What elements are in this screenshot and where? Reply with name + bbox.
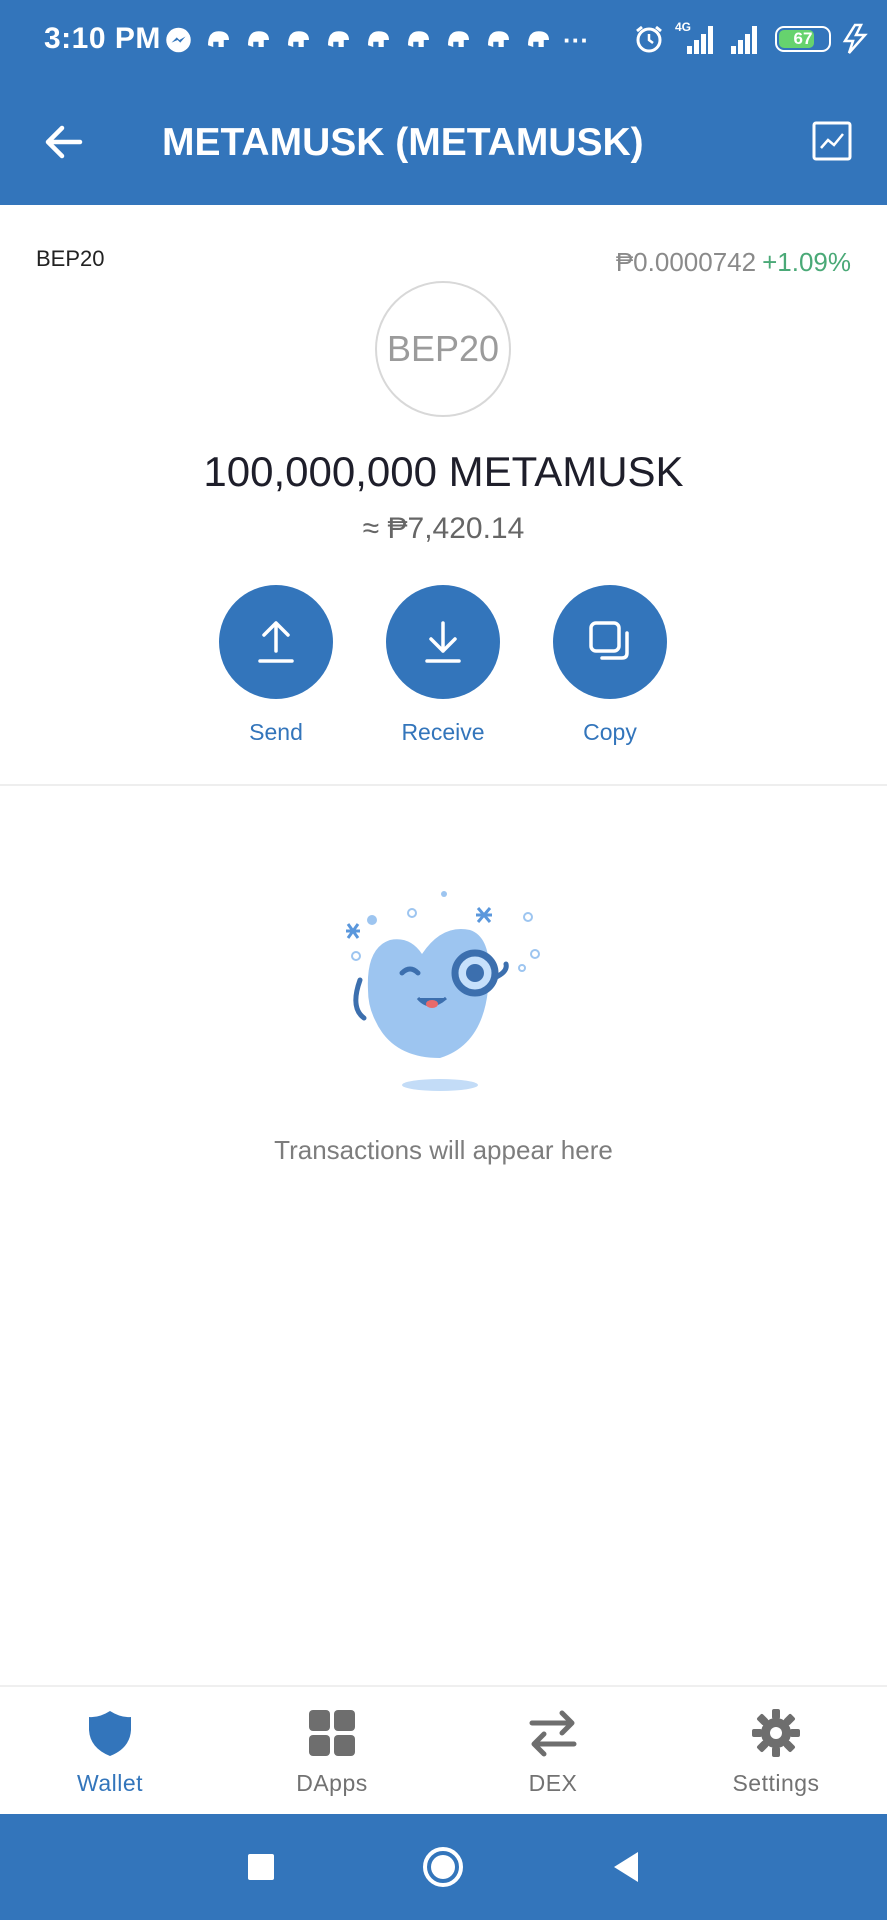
price-change: +1.09% (762, 247, 851, 277)
tab-settings-label: Settings (732, 1770, 820, 1796)
divider (0, 784, 887, 786)
signal-icon (731, 26, 757, 54)
send-label: Send (249, 719, 303, 745)
price-value: ₱0.0000742 (615, 247, 757, 277)
notification-icon (248, 31, 269, 47)
upload-icon (258, 621, 294, 663)
send-button[interactable]: Send (216, 585, 336, 746)
notification-icon (328, 31, 349, 47)
copy-circle[interactable] (553, 585, 667, 699)
receive-label: Receive (401, 719, 485, 745)
receive-circle[interactable] (386, 585, 500, 699)
status-bar: 3:10 PM ··· 4G 67 (0, 0, 887, 80)
battery-level: 67 (793, 29, 813, 48)
notification-icon (488, 31, 509, 47)
empty-transactions-illustration (346, 891, 540, 1091)
charging-icon (842, 23, 868, 54)
tab-wallet-label: Wallet (76, 1770, 144, 1796)
system-nav-bar (0, 1814, 887, 1920)
token-detail-screen: 3:10 PM ··· 4G 67 METAMUSK (METAMUSK) BE… (0, 0, 887, 1920)
shield-icon (89, 1711, 131, 1756)
messenger-icon (166, 27, 191, 53)
notification-icon (408, 31, 429, 47)
status-time: 3:10 PM (44, 22, 161, 55)
tab-dapps-label: DApps (296, 1770, 368, 1796)
notification-icon (528, 31, 549, 47)
send-circle[interactable] (219, 585, 333, 699)
gear-icon (752, 1709, 800, 1757)
network-label: BEP20 (36, 246, 105, 271)
chart-icon[interactable] (811, 120, 853, 162)
notification-icon (288, 31, 309, 47)
tab-settings[interactable]: Settings (696, 1687, 856, 1814)
copy-label: Copy (583, 719, 637, 745)
notification-icon (208, 31, 229, 47)
mobile-signal-4g: 4G (675, 20, 719, 56)
notification-icons: ··· (163, 24, 589, 56)
download-icon (425, 621, 461, 663)
empty-state-text: Transactions will appear here (274, 1135, 613, 1165)
notification-icon (368, 31, 389, 47)
receive-button[interactable]: Receive (383, 585, 503, 746)
bottom-tab-bar: Wallet DApps DEX Settings (0, 1685, 887, 1814)
alarm-icon (636, 25, 662, 53)
swap-icon (529, 1710, 577, 1757)
tab-wallet[interactable]: Wallet (30, 1687, 190, 1814)
fiat-balance: ≈ ₱7,420.14 (362, 512, 525, 545)
token-balance: 100,000,000 METAMUSK (203, 448, 684, 495)
home-icon[interactable] (420, 1844, 466, 1890)
copy-icon (589, 621, 629, 660)
tab-dapps[interactable]: DApps (252, 1687, 412, 1814)
back-nav-icon[interactable] (604, 1844, 650, 1890)
arrow-left-icon[interactable] (40, 118, 88, 166)
tab-dex-label: DEX (528, 1770, 578, 1796)
token-price: ₱0.0000742 +1.09% (616, 247, 851, 278)
grid-icon (309, 1710, 355, 1756)
system-indicators: 4G 67 (633, 20, 869, 58)
copy-button[interactable]: Copy (550, 585, 670, 746)
recents-icon[interactable] (238, 1844, 284, 1890)
app-bar: METAMUSK (METAMUSK) (0, 80, 887, 205)
battery-icon: 67 (775, 26, 831, 52)
tab-dex[interactable]: DEX (473, 1687, 633, 1814)
signal-icon (687, 26, 713, 54)
overflow-indicator: ··· (563, 24, 589, 55)
notification-icon (448, 31, 469, 47)
token-logo: BEP20 (375, 281, 511, 417)
token-logo-text: BEP20 (386, 328, 500, 369)
page-title: METAMUSK (METAMUSK) (162, 121, 644, 164)
